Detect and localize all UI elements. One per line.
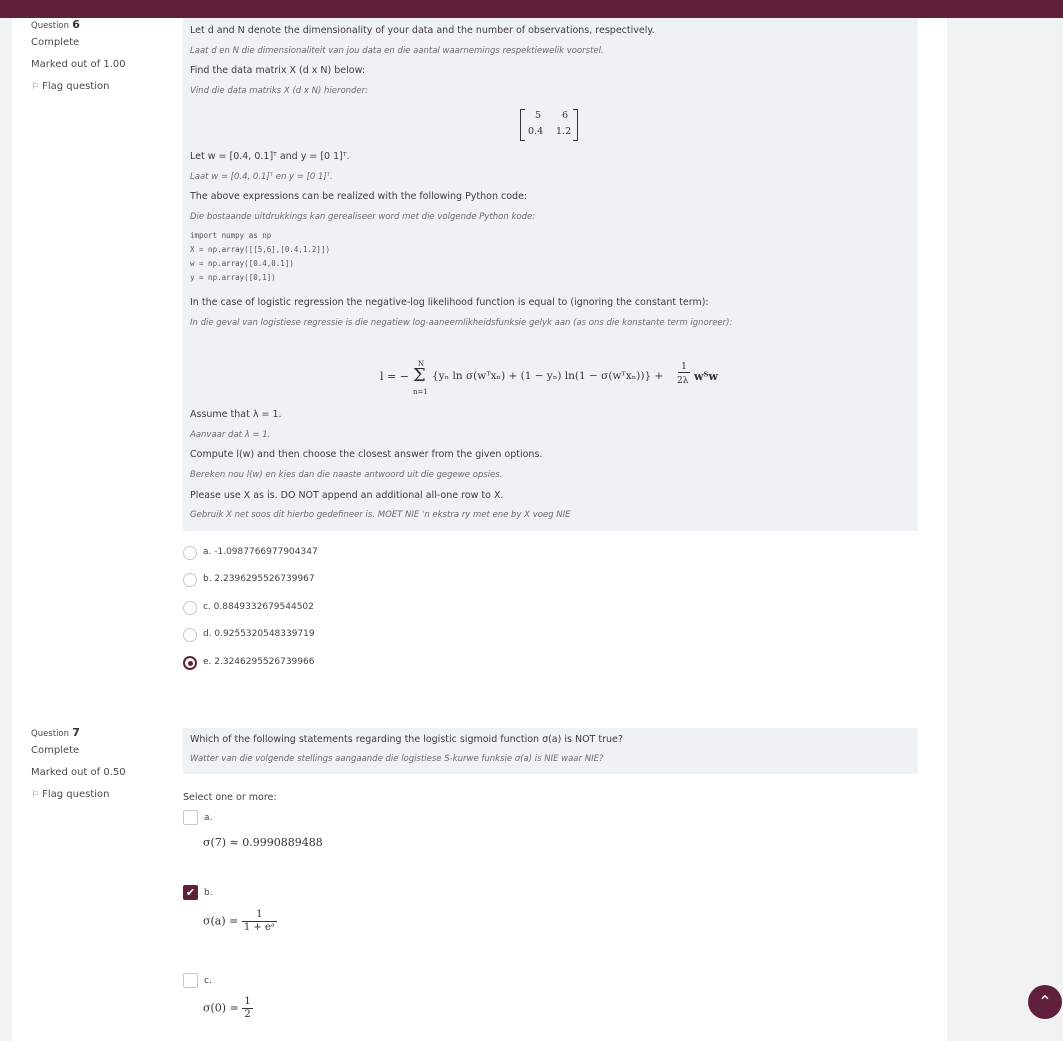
question-label: Question <box>31 729 70 739</box>
frac-denominator: 2λ <box>677 376 689 386</box>
checkbox-option-b-checked[interactable]: ✔ <box>183 885 198 900</box>
question-7-grade: Marked out of 0.50 <box>31 767 126 778</box>
option-b-expression: σ(a) = 1 1 + eᵃ <box>203 909 277 934</box>
radio-button[interactable] <box>183 601 197 615</box>
q6-line-3-af: Laat w = [0.4, 0.1]ᵀ en y = [0 1]ᵀ. <box>190 172 333 182</box>
formula-lhs: l = − <box>380 370 409 383</box>
sum-lower: n=1 <box>413 388 428 396</box>
question-label: Question <box>31 21 70 31</box>
expr-lhs: σ(0) = <box>203 1001 239 1015</box>
q6-line-7-af: Bereken nou l(w) en kies dan die naaste … <box>190 470 503 480</box>
expr-lhs: σ(a) = <box>203 914 239 928</box>
fraction-numerator: 1 <box>242 996 253 1009</box>
q6-line-1-af: Laat d en N die dimensionaliteit van jou… <box>190 46 604 56</box>
matrix-left-bracket <box>520 109 525 141</box>
flag-icon: ⚐ <box>31 82 40 92</box>
flag-icon: ⚐ <box>31 790 40 800</box>
question-6-grade: Marked out of 1.00 <box>31 59 126 70</box>
option-label: c. 0.8849332679544502 <box>203 602 314 612</box>
flag-question-7[interactable]: ⚐ Flag question <box>31 789 109 800</box>
matrix-cell: 6 <box>562 110 569 121</box>
question-number: 7 <box>72 726 80 739</box>
q6-line-2: Find the data matrix X (d x N) below: <box>190 65 366 76</box>
q6-line-8: Please use X as is. DO NOT append an add… <box>190 490 504 501</box>
q6-line-4-af: Die bostaande uitdrukkings kan gerealise… <box>190 212 536 222</box>
q7-prompt-af: Watter van die volgende stellings aangaa… <box>190 754 604 764</box>
question-7-heading: Question 7 <box>31 726 80 739</box>
flag-label: Flag question <box>42 81 110 92</box>
formula-tail: wᵀw <box>694 370 718 383</box>
select-hint: Select one or more: <box>183 792 277 803</box>
sum-symbol: Σ <box>413 365 426 386</box>
flag-question-6[interactable]: ⚐ Flag question <box>31 81 109 92</box>
nll-formula: l = − N Σ n=1 {yₙ ln σ(wᵀxₙ) + (1 − yₙ) … <box>380 360 740 400</box>
matrix-cell: 5 <box>535 110 542 121</box>
frac-numerator: 1 <box>678 362 690 373</box>
q6-line-5-af: In die geval van logistiese regressie is… <box>190 318 733 328</box>
option-label: b. 2.2396295526739967 <box>203 574 315 584</box>
checkbox-option-c[interactable] <box>183 973 198 988</box>
radio-button[interactable] <box>183 573 197 587</box>
option-a-expression: σ(7) ≈ 0.9990889488 <box>203 836 323 849</box>
right-drawer <box>947 18 1063 1041</box>
option-label: d. 0.9255320548339719 <box>203 629 315 639</box>
flag-label: Flag question <box>42 789 110 800</box>
back-to-top-button[interactable]: ⌃ <box>1028 985 1062 1019</box>
question-7-text: Which of the following statements regard… <box>183 728 918 774</box>
checkmark-icon: ✔ <box>185 886 196 899</box>
top-navbar <box>0 0 1063 18</box>
option-b-label: b. <box>204 888 213 898</box>
chevron-up-icon: ⌃ <box>1038 992 1052 1011</box>
option-label: a. -1.0987766977904347 <box>203 547 318 557</box>
python-code-block: import numpy as np X = np.array([[5,6],[… <box>190 231 330 282</box>
q6-line-3: Let w = [0.4, 0.1]ᵀ and y = [0 1]ᵀ. <box>190 151 350 162</box>
radio-button[interactable] <box>183 546 197 560</box>
q6-line-2-af: Vind die data matriks X (d x N) hieronde… <box>190 86 369 96</box>
matrix-cell: 1.2 <box>556 126 572 137</box>
radio-button[interactable] <box>183 628 197 642</box>
question-6-text: Let d and N denote the dimensionality of… <box>183 18 918 531</box>
q6-line-5: In the case of logistic regression the n… <box>190 297 709 308</box>
q7-prompt: Which of the following statements regard… <box>190 734 623 745</box>
option-label: e. 2.3246295526739966 <box>203 657 315 667</box>
q6-line-7: Compute l(w) and then choose the closest… <box>190 449 543 460</box>
option-c-expression: σ(0) = 1 2 <box>203 996 253 1021</box>
question-6-heading: Question 6 <box>31 18 80 31</box>
matrix-cell: 0.4 <box>528 126 544 137</box>
q6-line-6-af: Aanvaar dat λ = 1. <box>190 430 271 440</box>
question-number: 6 <box>72 18 80 31</box>
q6-line-1: Let d and N denote the dimensionality of… <box>190 25 655 36</box>
fraction-denominator: 2 <box>244 1009 251 1020</box>
fraction-denominator: 1 + eᵃ <box>243 922 275 933</box>
formula-body: {yₙ ln σ(wᵀxₙ) + (1 − yₙ) ln(1 − σ(wᵀxₙ)… <box>432 370 664 382</box>
checkbox-option-a[interactable] <box>183 810 198 825</box>
question-7-status: Complete <box>31 745 80 756</box>
option-c-label: c. <box>204 976 212 986</box>
matrix-right-bracket <box>573 109 578 141</box>
fraction: 1 2 <box>242 996 253 1021</box>
q6-line-4: The above expressions can be realized wi… <box>190 191 528 202</box>
fraction-numerator: 1 <box>241 909 277 922</box>
option-a-label: a. <box>204 813 213 823</box>
left-gutter <box>0 18 12 1041</box>
question-6-status: Complete <box>31 37 80 48</box>
data-matrix: 5 6 0.4 1.2 <box>520 109 578 141</box>
radio-button-selected[interactable] <box>183 656 197 670</box>
q6-line-6: Assume that λ = 1. <box>190 409 282 420</box>
fraction: 1 1 + eᵃ <box>241 909 277 934</box>
q6-line-8-af: Gebruik X net soos dit hierbo gedefineer… <box>190 510 571 520</box>
